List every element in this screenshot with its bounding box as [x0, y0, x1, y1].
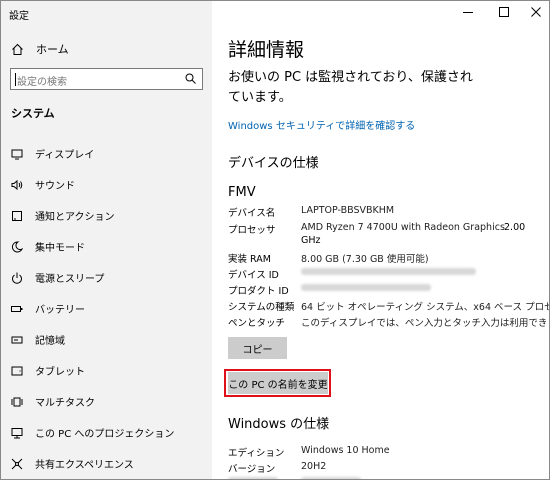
spec-label: プロセッサ	[228, 225, 276, 236]
sidebar-item-label: サウンド	[35, 181, 75, 192]
copy-button[interactable]: コピー	[228, 337, 287, 359]
projection-icon	[11, 427, 23, 438]
highlight-box	[224, 369, 331, 397]
spec-label: システムの種類	[228, 302, 295, 313]
sidebar-item-sound[interactable]: サウンド	[1, 169, 212, 200]
multitask-icon	[11, 397, 23, 406]
spec-value: 20H2	[301, 461, 327, 472]
sidebar-item-label: 電源とスリープ	[35, 274, 105, 285]
spec-row-product-id: プロダクト ID	[228, 283, 431, 297]
settings-window: 設定 ホーム 設定の検索 システム ディスプレイ サウンド 通知とアクション 集…	[0, 0, 550, 480]
security-details-link[interactable]: Windows セキュリティで詳細を確認する	[228, 117, 415, 132]
sidebar-item-label: 共有エクスペリエンス	[35, 460, 134, 471]
redacted-value	[301, 476, 361, 479]
spec-label: ペンとタッチ	[228, 318, 286, 329]
home-nav[interactable]: ホーム	[11, 41, 69, 57]
sidebar-item-label: 集中モード	[35, 243, 85, 254]
redacted-value	[301, 267, 476, 278]
sidebar: 設定 ホーム 設定の検索 システム ディスプレイ サウンド 通知とアクション 集…	[1, 1, 212, 479]
sidebar-item-shared-experiences[interactable]: 共有エクスペリエンス	[1, 448, 212, 479]
app-title: 設定	[9, 11, 29, 22]
tablet-icon	[11, 366, 23, 375]
power-icon	[12, 272, 22, 284]
sidebar-item-battery[interactable]: バッテリー	[1, 293, 212, 324]
device-specs-heading: デバイスの仕様	[228, 156, 319, 171]
processor-speed: 2.00	[504, 222, 526, 233]
page-title: 詳細情報	[228, 39, 305, 61]
battery-icon	[11, 305, 23, 312]
close-icon[interactable]	[529, 5, 543, 19]
text-cursor	[15, 73, 16, 86]
sidebar-item-storage[interactable]: 記憶域	[1, 324, 212, 355]
spec-value: LAPTOP-BBSVBKHM	[301, 205, 395, 216]
spec-label: 実装 RAM	[228, 254, 271, 265]
sidebar-item-label: この PC へのプロジェクション	[35, 429, 175, 440]
spec-row-device-id: デバイス ID	[228, 267, 476, 281]
spec-label: エディション	[228, 448, 285, 459]
home-icon	[12, 43, 23, 55]
protection-status-line: ています。	[228, 90, 292, 105]
sidebar-item-display[interactable]: ディスプレイ	[1, 138, 212, 169]
spec-value: AMD Ryzen 7 4700U with Radeon Graphics	[301, 222, 505, 233]
redacted-value	[301, 283, 431, 294]
spec-row-ram: 実装 RAM 8.00 GB (7.30 GB 使用可能)	[228, 251, 429, 265]
sidebar-item-label: 記憶域	[35, 336, 65, 347]
spec-row-edition: エディション Windows 10 Home	[228, 445, 390, 459]
sidebar-item-label: 通知とアクション	[35, 212, 115, 223]
storage-icon	[11, 336, 23, 343]
search-icon[interactable]	[185, 73, 196, 84]
processor-speed-unit: GHz	[301, 235, 321, 246]
moon-icon	[11, 240, 23, 252]
spec-label: デバイス名	[228, 208, 276, 219]
spec-label: デバイス ID	[228, 270, 279, 281]
search-placeholder: 設定の検索	[17, 77, 67, 88]
sidebar-item-label: タブレット	[35, 367, 85, 378]
sidebar-item-projection[interactable]: この PC へのプロジェクション	[1, 417, 212, 448]
windows-specs-heading: Windows の仕様	[228, 417, 330, 432]
sound-icon	[11, 179, 23, 190]
spec-row-cutoff	[228, 476, 361, 479]
sidebar-item-tablet[interactable]: タブレット	[1, 355, 212, 386]
maximize-icon[interactable]	[497, 5, 511, 19]
sidebar-item-notifications[interactable]: 通知とアクション	[1, 200, 212, 231]
minimize-icon[interactable]	[461, 5, 475, 19]
spec-value: 64 ビット オペレーティング システム、x64 ベース プロセッサ	[301, 302, 550, 313]
spec-value: 8.00 GB (7.30 GB 使用可能)	[301, 254, 429, 265]
home-label: ホーム	[36, 43, 69, 56]
protection-status-line: お使いの PC は監視されており、保護され	[228, 70, 473, 85]
spec-row-version: バージョン 20H2	[228, 461, 326, 475]
sidebar-item-multitasking[interactable]: マルチタスク	[1, 386, 212, 417]
spec-row-device-name: デバイス名 LAPTOP-BBSVBKHM	[228, 205, 394, 219]
spec-value: このディスプレイでは、ペン入力とタッチ入力は利用できません	[301, 318, 550, 329]
sidebar-item-label: バッテリー	[35, 305, 85, 316]
protection-status: お使いの PC は監視されており、保護され ています。	[228, 68, 478, 108]
section-heading-system: システム	[11, 107, 55, 120]
sidebar-nav: ディスプレイ サウンド 通知とアクション 集中モード 電源とスリープ バッテリー	[1, 138, 212, 479]
spec-row-system-type: システムの種類 64 ビット オペレーティング システム、x64 ベース プロセ…	[228, 299, 549, 313]
display-icon	[11, 149, 23, 159]
device-model-heading: FMV	[228, 185, 256, 200]
spec-row-processor: プロセッサ AMD Ryzen 7 4700U with Radeon Grap…	[228, 222, 505, 236]
spec-value: Windows 10 Home	[301, 445, 390, 456]
spec-label: バージョン	[228, 464, 276, 475]
sidebar-item-focus-assist[interactable]: 集中モード	[1, 231, 212, 262]
sidebar-item-label: マルチタスク	[35, 398, 95, 409]
spec-row-pen-touch: ペンとタッチ このディスプレイでは、ペン入力とタッチ入力は利用できません	[228, 315, 549, 329]
sidebar-item-label: ディスプレイ	[35, 150, 95, 161]
shared-icon	[11, 458, 23, 469]
notification-icon	[12, 210, 22, 221]
search-input[interactable]: 設定の検索	[10, 68, 203, 90]
spec-label: プロダクト ID	[228, 286, 289, 297]
sidebar-item-power[interactable]: 電源とスリープ	[1, 262, 212, 293]
